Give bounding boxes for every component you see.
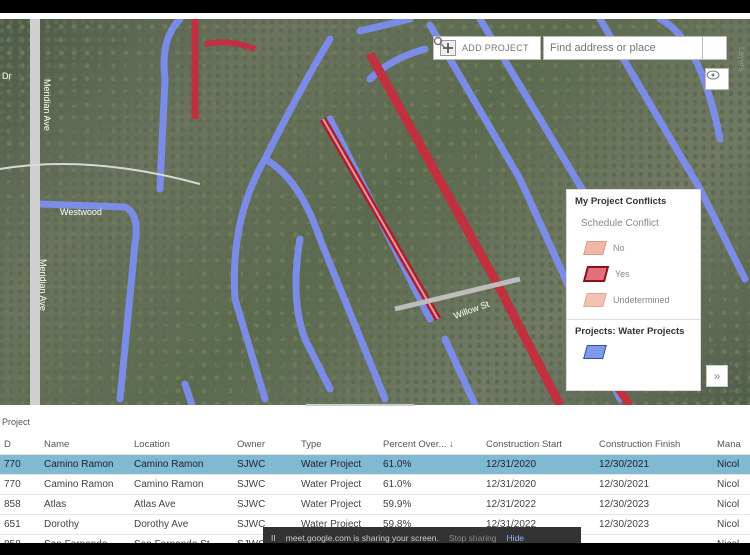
- screenshare-message: meet.google.com is sharing your screen.: [285, 533, 439, 543]
- table-cell-name: Camino Ramon: [40, 474, 130, 495]
- legend-item-label: Undetermined: [613, 295, 670, 305]
- table-cell-owner: SJWC: [233, 494, 297, 515]
- table-cell-type: Water Project: [297, 494, 379, 515]
- water-line: [356, 19, 414, 35]
- water-line: [292, 235, 334, 393]
- table-cell-start: 12/31/2020: [482, 454, 595, 475]
- column-header-sorted[interactable]: Percent Over... ↓: [379, 435, 482, 455]
- table-cell-location: San Fernando St: [130, 534, 233, 543]
- table-cell-manager: Nicol: [713, 514, 750, 535]
- app-frame: Meridian Ave Meridian Ave Westwood Willo…: [0, 13, 750, 543]
- table-cell-start: 12/31/2022: [482, 494, 595, 515]
- double-chevron-right-icon: »: [713, 369, 721, 383]
- table-cell-percent: 61.0%: [379, 454, 482, 475]
- table-row[interactable]: 770 Camino Ramon Camino Ramon SJWC Water Pro…: [0, 474, 750, 495]
- search-icon: [433, 36, 445, 48]
- table-cell-finish: 12/30/2021: [595, 454, 713, 475]
- column-header[interactable]: Location: [130, 435, 233, 455]
- table-cell-name: San Fernando: [40, 534, 130, 543]
- table-cell-location: Camino Ramon: [130, 454, 233, 475]
- water-line: [156, 19, 184, 193]
- table-cell-id: 858: [0, 494, 40, 515]
- water-line: [181, 380, 196, 405]
- table-cell-location: Camino Ramon: [130, 474, 233, 495]
- layers-icon: [706, 70, 720, 80]
- legend-item-label: Yes: [615, 269, 630, 279]
- table-cell-name: Camino Ramon: [40, 454, 130, 475]
- legend-swatch: [582, 266, 610, 282]
- street-label: Dr: [2, 71, 12, 81]
- table-cell-location: Dorothy Ave: [130, 514, 233, 535]
- legend-item: No: [567, 235, 700, 261]
- column-header[interactable]: Construction Finish: [595, 435, 713, 455]
- column-header[interactable]: Owner: [233, 435, 297, 455]
- table-title: Project: [2, 417, 31, 427]
- table-cell-start: 12/31/2020: [482, 474, 595, 495]
- column-header[interactable]: Type: [297, 435, 379, 455]
- column-header[interactable]: Name: [40, 435, 130, 455]
- table-header-row: D Name Location Owner Type Percent Over.…: [0, 435, 750, 455]
- table-cell-finish: 12/30/2023: [595, 514, 713, 535]
- side-label: Layers: [737, 47, 746, 72]
- expand-panel-button[interactable]: »: [706, 365, 728, 387]
- street-label: Meridian Ave: [42, 79, 52, 131]
- water-line: [441, 335, 479, 405]
- hide-button[interactable]: Hide: [507, 533, 524, 543]
- add-project-label: ADD PROJECT: [462, 43, 529, 53]
- legend-subtitle: Schedule Conflict: [581, 218, 659, 229]
- table-cell-type: Water Project: [297, 474, 379, 495]
- table-cell-finish: 12/30/2023: [595, 494, 713, 515]
- map-view[interactable]: Meridian Ave Meridian Ave Westwood Willo…: [0, 19, 750, 405]
- table-row[interactable]: 858 Atlas Atlas Ave SJWC Water Project 59.9% 1…: [0, 494, 750, 515]
- table-cell-location: Atlas Ave: [130, 494, 233, 515]
- add-project-button[interactable]: ADD PROJECT: [433, 36, 541, 60]
- legend-title: My Project Conflicts: [575, 196, 667, 207]
- table-cell-id: 858: [0, 534, 40, 543]
- table-cell-manager: Nicol: [713, 494, 750, 515]
- column-header-label: Percent Over...: [383, 439, 447, 450]
- street-label: Westwood: [60, 207, 102, 217]
- table-row[interactable]: 770 Camino Ramon Camino Ramon SJWC Water Pro…: [0, 454, 750, 475]
- legend-swatch: [583, 293, 607, 307]
- legend-swatch: [583, 345, 607, 359]
- table-cell-finish: 12/30/2021: [595, 474, 713, 495]
- sort-down-icon: ↓: [449, 439, 454, 450]
- table-cell-name: Dorothy: [40, 514, 130, 535]
- table-cell-manager: Nicol: [713, 474, 750, 495]
- column-header[interactable]: D: [0, 435, 40, 455]
- screenshare-banner: II meet.google.com is sharing your scree…: [263, 527, 581, 543]
- column-header[interactable]: Construction Start: [482, 435, 595, 455]
- legend-item: [567, 339, 700, 365]
- table-cell-id: 770: [0, 454, 40, 475]
- layers-button[interactable]: [705, 68, 729, 90]
- table-cell-id: 770: [0, 474, 40, 495]
- legend-panel: My Project Conflicts Schedule Conflict N…: [566, 189, 701, 391]
- table-cell-owner: SJWC: [233, 454, 297, 475]
- search-input[interactable]: [543, 36, 703, 60]
- stop-sharing-button[interactable]: Stop sharing: [449, 533, 497, 543]
- table-cell-name: Atlas: [40, 494, 130, 515]
- street-label: Meridian Ave: [38, 259, 48, 311]
- table-cell-type: Water Project: [297, 454, 379, 475]
- table-cell-owner: SJWC: [233, 474, 297, 495]
- street-label: Willow St: [452, 299, 491, 321]
- map-toolbar: ADD PROJECT: [433, 36, 727, 60]
- legend-item: Yes: [567, 261, 700, 287]
- water-line: [36, 200, 140, 403]
- attribute-table: Project D Name Location Owner Type Perce…: [0, 406, 750, 543]
- table-cell-percent: 61.0%: [379, 474, 482, 495]
- legend-item: Undetermined: [567, 287, 700, 313]
- legend-item-label: No: [613, 243, 625, 253]
- legend-swatch: [583, 241, 607, 255]
- table-cell-id: 651: [0, 514, 40, 535]
- table-cell-percent: 59.9%: [379, 494, 482, 515]
- conflict-line: [204, 39, 257, 52]
- column-header[interactable]: Mana: [713, 435, 750, 455]
- pause-icon: II: [271, 533, 276, 543]
- table-cell-manager: Nicol: [713, 534, 750, 543]
- table-cell-finish: [595, 534, 713, 543]
- legend-section-title: Projects: Water Projects: [575, 326, 685, 337]
- search-button[interactable]: [433, 36, 727, 60]
- table-cell-manager: Nicol: [713, 454, 750, 475]
